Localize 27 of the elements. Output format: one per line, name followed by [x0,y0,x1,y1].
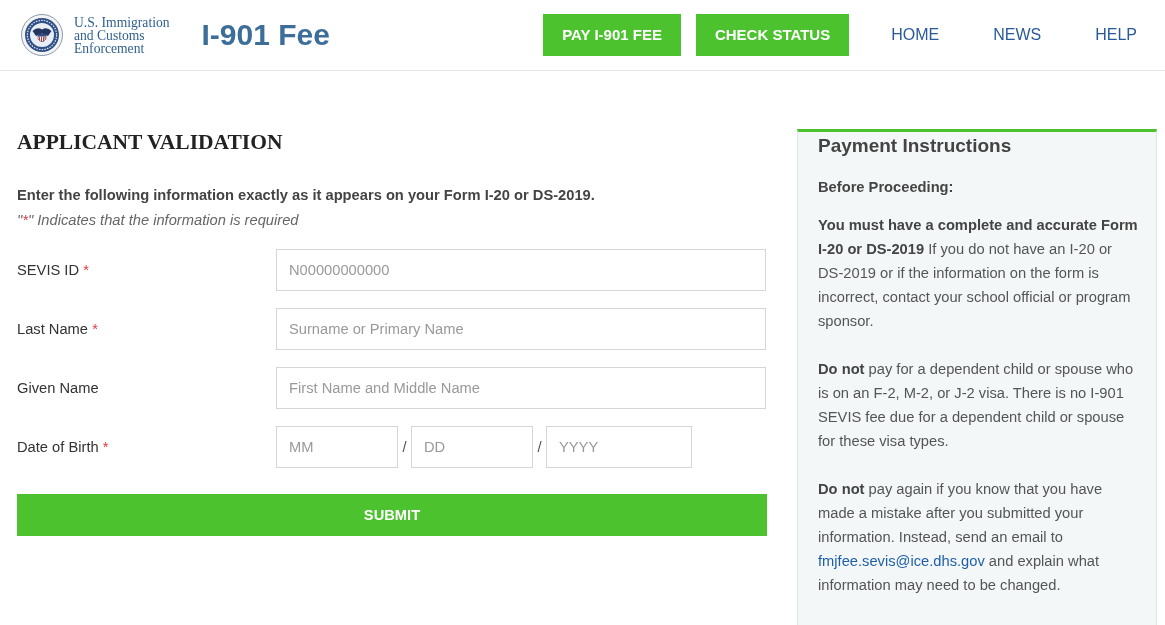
field-label: Date of Birth * [17,438,109,457]
date-separator: / [536,438,543,457]
seal-icon [21,14,63,56]
date-field[interactable]: MM [276,426,398,469]
instruction-paragraph: Do not pay for a dependent child or spouse who is on an F-2, M-2, or J-2 visa. There is no I-901 SEVIS fee due for a dependent child or spouse for these visa types. [818,360,1135,451]
date-separator: / [401,438,408,457]
nav-link[interactable]: HELP [1095,15,1137,55]
field-label: SEVIS ID * [17,261,89,280]
instruction-paragraph: Do not pay again if you know that you have made a mistake after you submitted your information. Instead, send an email to fmjfee.sevis@ice.dhs.gov and explain what information may need to be changed. [818,480,1104,595]
agency-name: U.S. Immigration and Customs Enforcement [74,15,170,55]
input-field[interactable]: First Name and Middle Name [276,367,766,410]
nav-link[interactable]: NEWS [993,15,1042,55]
panel-title: Payment Instructions [818,134,1013,158]
instruction-paragraph: You must have a complete and accurate Form I-20 or DS-2019 If you do not have an I-20 or DS-2019 or if the information on the form is incorrect, contact your school official or program sponsor. [818,216,1139,331]
input-field[interactable]: Surname or Primary Name [276,308,766,351]
site-title: I-901 Fee [201,17,330,53]
field-label: Last Name * [17,320,98,339]
section-heading: Before Proceeding: [818,178,955,197]
required-note: "*" Indicates that the information is required [17,212,299,228]
date-field[interactable]: YYYY [546,426,692,469]
form-instructions: Enter the following information exactly as it appears on your Form I-20 or DS-2019. [17,186,596,205]
email-link[interactable]: fmjfee.sevis@ice.dhs.gov [818,553,985,569]
date-field[interactable]: DD [411,426,533,469]
nav-link[interactable]: HOME [891,15,940,55]
input-field[interactable]: N00000000000 [276,249,766,292]
form-title: APPLICANT VALIDATION [17,129,284,155]
field-label: Given Name [17,379,99,398]
